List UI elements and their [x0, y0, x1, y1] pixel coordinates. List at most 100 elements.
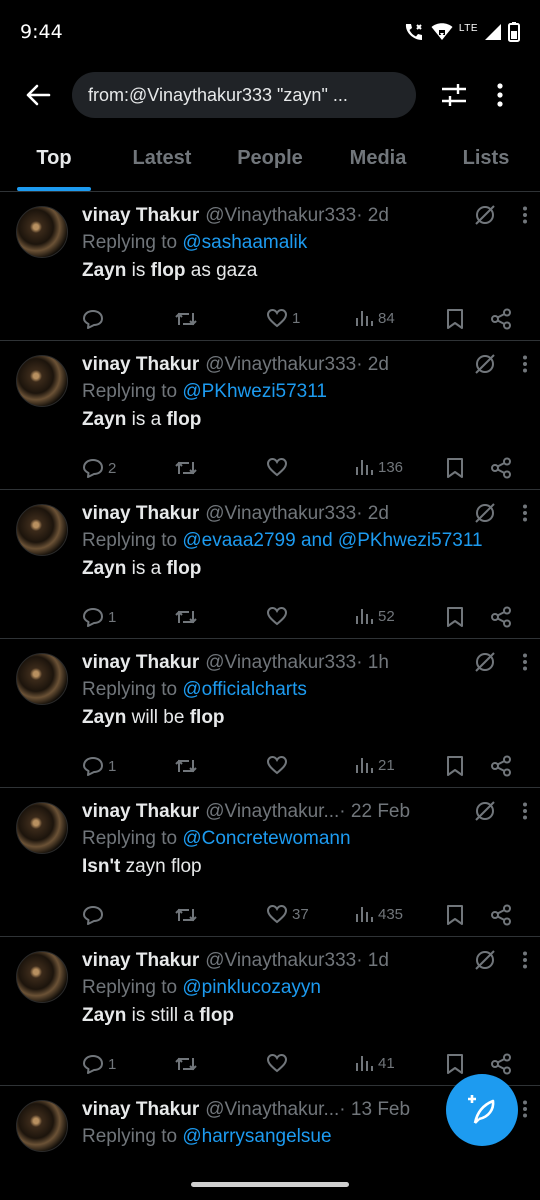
compose-button[interactable] — [446, 1074, 518, 1146]
like-button[interactable]: 37 — [266, 904, 309, 924]
author-handle[interactable]: @Vinaythakur... — [205, 1099, 339, 1121]
bookmark-button[interactable] — [446, 457, 464, 479]
avatar[interactable] — [16, 355, 68, 407]
more-options-button[interactable] — [492, 79, 508, 111]
bookmark-button[interactable] — [446, 755, 464, 777]
tweet-more-icon[interactable] — [522, 653, 528, 676]
views-button[interactable]: 136 — [354, 457, 403, 477]
tweet-more-icon[interactable] — [522, 206, 528, 229]
repost-button[interactable] — [174, 904, 198, 926]
author-handle[interactable]: @Vinaythakur... — [205, 801, 339, 823]
grok-icon[interactable] — [474, 353, 496, 380]
tweet-more-icon[interactable] — [522, 504, 528, 527]
search-filters-button[interactable] — [438, 79, 470, 111]
grok-icon[interactable] — [474, 204, 496, 231]
avatar[interactable] — [16, 653, 68, 705]
like-button[interactable] — [266, 1053, 292, 1073]
views-button[interactable]: 21 — [354, 755, 395, 775]
like-button[interactable] — [266, 606, 292, 626]
views-icon — [356, 907, 373, 922]
tweet[interactable]: vinay Thakur @Vinaythakur333 · 1h Replyi… — [0, 639, 540, 788]
like-button[interactable] — [266, 755, 292, 775]
tab-lists[interactable]: Lists — [432, 126, 540, 191]
reply-button[interactable]: 2 — [82, 457, 116, 479]
replying-to-mention[interactable]: @officialcharts — [182, 679, 307, 700]
author-name[interactable]: vinay Thakur — [82, 801, 199, 823]
reply-button[interactable]: 1 — [82, 1053, 116, 1075]
grok-icon[interactable] — [474, 800, 496, 827]
bookmark-button[interactable] — [446, 308, 464, 330]
replying-to-mention[interactable]: @harrysangelsue — [182, 1126, 331, 1147]
share-button[interactable] — [490, 308, 512, 330]
replying-to-mention[interactable]: @Concretewomann — [182, 828, 350, 849]
author-handle[interactable]: @Vinaythakur333 — [205, 354, 356, 376]
repost-button[interactable] — [174, 308, 198, 330]
like-count: 37 — [292, 905, 309, 923]
author-handle[interactable]: @Vinaythakur333 — [205, 503, 356, 525]
avatar[interactable] — [16, 206, 68, 258]
author-handle[interactable]: @Vinaythakur333 — [205, 205, 356, 227]
tweet[interactable]: vinay Thakur @Vinaythakur333 · 2d Replyi… — [0, 192, 540, 341]
replying-to-mention[interactable]: @pinklucozayyn — [182, 977, 321, 998]
tab-latest[interactable]: Latest — [108, 126, 216, 191]
tweet-more-icon[interactable] — [522, 355, 528, 378]
tab-top[interactable]: Top — [0, 126, 108, 191]
like-button[interactable] — [266, 457, 292, 477]
like-button[interactable]: 1 — [266, 308, 300, 328]
author-handle[interactable]: @Vinaythakur333 — [205, 950, 356, 972]
tweet-text-bold: Zayn — [82, 409, 127, 430]
like-count: 1 — [292, 309, 301, 327]
replying-to-mention[interactable]: @PKhwezi57311 — [182, 381, 327, 402]
author-name[interactable]: vinay Thakur — [82, 503, 199, 525]
reply-button[interactable]: 1 — [82, 755, 116, 777]
views-button[interactable]: 41 — [354, 1053, 395, 1073]
author-name[interactable]: vinay Thakur — [82, 205, 199, 227]
grok-icon[interactable] — [474, 651, 496, 678]
bookmark-button[interactable] — [446, 606, 464, 628]
repost-button[interactable] — [174, 457, 198, 479]
author-name[interactable]: vinay Thakur — [82, 950, 199, 972]
replying-to: Replying to @evaaa2799 and @PKhwezi57311 — [82, 530, 526, 552]
tab-media[interactable]: Media — [324, 126, 432, 191]
reply-button[interactable] — [82, 308, 108, 330]
share-button[interactable] — [490, 606, 512, 628]
share-button[interactable] — [490, 755, 512, 777]
replying-to-mention[interactable]: @sashaamalik — [182, 232, 307, 253]
tweet[interactable]: vinay Thakur @Vinaythakur... · 22 Feb Re… — [0, 788, 540, 937]
share-button[interactable] — [490, 1053, 512, 1075]
author-name[interactable]: vinay Thakur — [82, 652, 199, 674]
views-button[interactable]: 52 — [354, 606, 395, 626]
views-button[interactable]: 435 — [354, 904, 403, 924]
author-name[interactable]: vinay Thakur — [82, 1099, 199, 1121]
bookmark-button[interactable] — [446, 904, 464, 926]
reply-button[interactable] — [82, 904, 108, 926]
share-button[interactable] — [490, 904, 512, 926]
reply-button[interactable]: 1 — [82, 606, 116, 628]
views-button[interactable]: 84 — [354, 308, 395, 328]
home-indicator[interactable] — [191, 1182, 349, 1187]
bookmark-button[interactable] — [446, 1053, 464, 1075]
tweet[interactable]: vinay Thakur @Vinaythakur333 · 2d Replyi… — [0, 490, 540, 639]
avatar[interactable] — [16, 1100, 68, 1152]
repost-button[interactable] — [174, 755, 198, 777]
author-handle[interactable]: @Vinaythakur333 — [205, 652, 356, 674]
author-name[interactable]: vinay Thakur — [82, 354, 199, 376]
tweet-more-icon[interactable] — [522, 951, 528, 974]
tab-people[interactable]: People — [216, 126, 324, 191]
search-input[interactable]: from:@Vinaythakur333 "zayn" ... — [72, 72, 416, 118]
tweet[interactable]: vinay Thakur @Vinaythakur333 · 2d Replyi… — [0, 341, 540, 490]
tweet-more-icon[interactable] — [522, 802, 528, 825]
avatar[interactable] — [16, 504, 68, 556]
avatar[interactable] — [16, 951, 68, 1003]
repost-button[interactable] — [174, 606, 198, 628]
grok-icon[interactable] — [474, 502, 496, 529]
tweet-more-icon[interactable] — [522, 1100, 528, 1123]
share-button[interactable] — [490, 457, 512, 479]
tweet[interactable]: vinay Thakur @Vinaythakur333 · 1d Replyi… — [0, 937, 540, 1086]
avatar[interactable] — [16, 802, 68, 854]
back-button[interactable] — [20, 77, 56, 113]
repost-button[interactable] — [174, 1053, 198, 1075]
status-bar: 9:44 LTE — [0, 0, 540, 64]
replying-to-mention[interactable]: @evaaa2799 and @PKhwezi57311 — [182, 530, 482, 551]
grok-icon[interactable] — [474, 949, 496, 976]
